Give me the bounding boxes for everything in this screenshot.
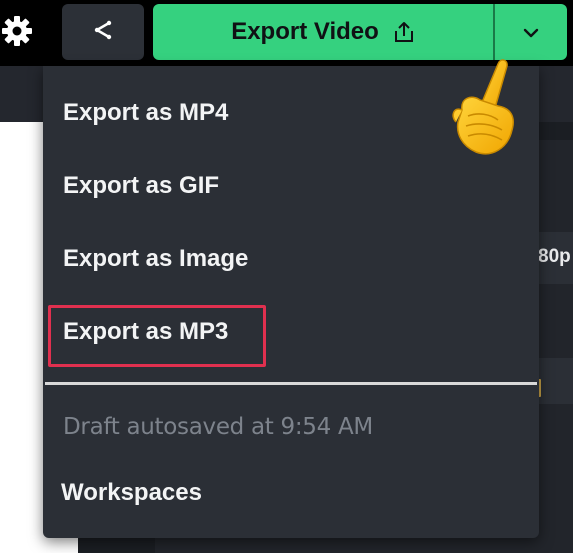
share-button[interactable] xyxy=(62,4,144,60)
resolution-value: 80p xyxy=(538,246,571,267)
pointing-hand-icon xyxy=(440,50,530,162)
menu-item-workspaces[interactable]: Workspaces xyxy=(61,478,202,508)
menu-item-export-image[interactable]: Export as Image xyxy=(63,244,248,274)
gear-icon[interactable] xyxy=(0,14,34,48)
highlight-box xyxy=(48,305,266,367)
upload-icon xyxy=(393,20,415,44)
menu-item-export-gif[interactable]: Export as GIF xyxy=(63,171,219,201)
menu-item-export-mp4[interactable]: Export as MP4 xyxy=(63,98,228,128)
export-button-label: Export Video xyxy=(231,18,379,45)
share-icon xyxy=(92,19,114,45)
chevron-down-icon xyxy=(523,23,539,42)
autosave-status: Draft autosaved at 9:54 AM xyxy=(63,414,373,440)
menu-divider xyxy=(45,382,537,385)
